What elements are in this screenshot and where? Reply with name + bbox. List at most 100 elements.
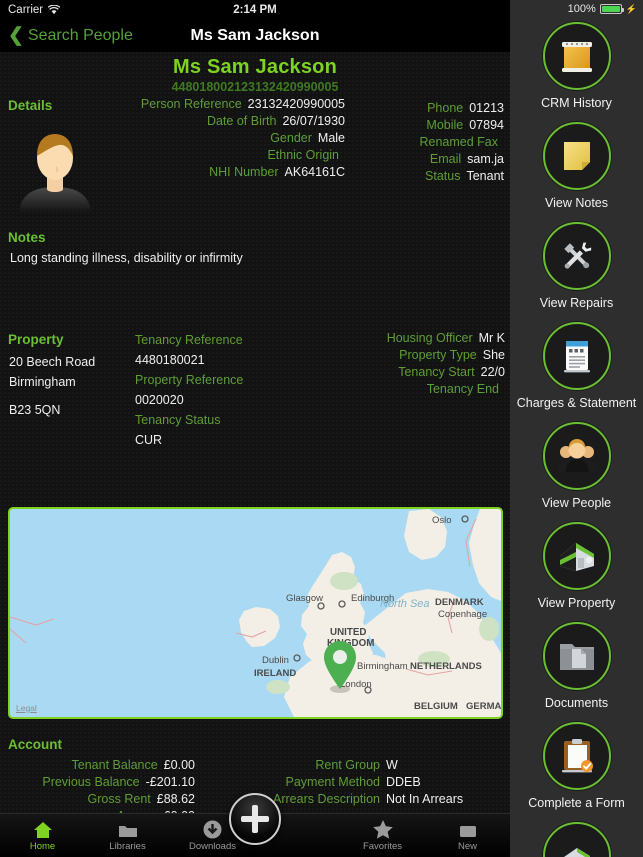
property-right-fields: Housing Officer Mr K Property Type She T… — [330, 330, 505, 398]
property-row: Tenancy Start 22/0 — [330, 364, 505, 381]
account-row: Gross Rent £88.62 — [0, 791, 195, 808]
battery-status: 100% ⚡ — [568, 3, 637, 15]
account-label: Gross Rent — [87, 792, 151, 806]
sidebar-item-label: Complete a Form — [528, 796, 625, 810]
tab-home[interactable]: Home — [0, 820, 85, 852]
charging-bolt-icon: ⚡ — [625, 3, 637, 14]
status-bar: Carrier 2:14 PM — [0, 0, 510, 20]
sidebar-item-complete-a-form[interactable]: Complete a Form — [510, 722, 643, 822]
folder-icon — [118, 820, 138, 839]
detail-value: 07894 — [469, 118, 504, 132]
detail-label: Gender — [270, 131, 312, 145]
main-content-pane: Carrier 2:14 PM ❮ Search People Ms Sam J… — [0, 0, 510, 857]
notes-text: Long standing illness, disability or inf… — [10, 251, 243, 265]
property-label: Property Type — [399, 348, 477, 362]
property-label: Housing Officer — [386, 331, 473, 345]
add-button[interactable] — [229, 793, 281, 845]
detail-row: Status Tenant — [352, 168, 504, 185]
star-icon — [372, 819, 393, 839]
detail-value: 26/07/1930 — [282, 114, 345, 128]
property-label: Property Reference — [135, 373, 244, 387]
property-row: Tenancy End — [330, 381, 505, 398]
sidebar-item-charges-statement[interactable]: Charges & Statement — [510, 322, 643, 422]
property-value: 0020020 — [135, 393, 184, 407]
detail-label: Phone — [427, 101, 464, 115]
action-sidebar: 100% ⚡ CRM History View Notes View Repai… — [510, 0, 643, 857]
tab-new[interactable]: New — [425, 820, 510, 852]
map-legal-link[interactable]: Legal — [16, 703, 37, 713]
location-map[interactable]: Oslo Glasgow Edinburgh North Sea DENMARK… — [8, 507, 503, 719]
account-value: -£201.10 — [145, 775, 195, 789]
details-left-fields: Person Reference 23132420990005 Date of … — [120, 96, 345, 181]
bottom-tab-bar: Home Libraries Downloads Favorites New — [0, 793, 510, 857]
svg-text:North Sea: North Sea — [380, 598, 430, 610]
account-section-title: Account — [8, 737, 62, 752]
detail-label: Mobile — [426, 118, 464, 132]
page-title: Ms Sam Jackson — [190, 27, 320, 44]
details-section-title: Details — [8, 98, 53, 113]
notes-section-title: Notes — [8, 230, 46, 245]
svg-text:Glasgow: Glasgow — [286, 593, 323, 604]
account-value: Not In Arrears — [386, 792, 464, 806]
svg-text:UNITED: UNITED — [330, 627, 366, 638]
sidebar-item-label: Charges & Statement — [516, 396, 637, 410]
svg-text:NETHERLANDS: NETHERLANDS — [410, 661, 482, 672]
detail-label: Person Reference — [140, 97, 242, 111]
detail-row: Phone 01213 — [352, 100, 504, 117]
svg-text:BELGIUM: BELGIUM — [414, 701, 458, 712]
detail-row: NHI Number AK64161C — [120, 164, 345, 181]
detail-value: sam.ja — [467, 152, 504, 166]
svg-text:Oslo: Oslo — [432, 515, 452, 526]
sidebar-item-view-notes[interactable]: View Notes — [510, 122, 643, 222]
clipboard-check-icon — [542, 722, 611, 790]
address-postcode: B23 5QN — [9, 403, 61, 417]
detail-row: Ethnic Origin — [120, 147, 345, 164]
account-label: Payment Method — [285, 775, 381, 789]
people-icon — [542, 422, 611, 490]
account-value: W — [386, 758, 398, 772]
svg-text:Birmingham: Birmingham — [357, 661, 408, 672]
sidebar-item-view-repairs[interactable]: View Repairs — [510, 222, 643, 322]
account-value: £0.00 — [163, 758, 195, 772]
property-address: 20 Beech Road Birmingham B23 5QN — [9, 352, 114, 420]
property-field: Tenancy Reference 4480180021 — [135, 330, 315, 370]
sidebar-item-crm-history[interactable]: CRM History — [510, 22, 643, 122]
person-avatar-icon — [9, 120, 101, 212]
document-icon — [542, 322, 611, 390]
detail-label: NHI Number — [209, 165, 279, 179]
tab-label: New — [457, 840, 477, 852]
sidebar-item-view-property[interactable]: View Property — [510, 522, 643, 622]
app-root: Carrier 2:14 PM ❮ Search People Ms Sam J… — [0, 0, 643, 857]
property-section-title: Property — [8, 332, 64, 347]
sidebar-item-partial[interactable] — [510, 822, 643, 857]
detail-label: Status — [425, 169, 461, 183]
detail-row: Gender Male — [120, 130, 345, 147]
sidebar-item-documents[interactable]: Documents — [510, 622, 643, 722]
svg-text:Dublin: Dublin — [262, 655, 289, 666]
tab-label: Favorites — [362, 840, 403, 852]
sidebar-action-list: CRM History View Notes View Repairs Char… — [510, 22, 643, 857]
address-line-1: 20 Beech Road — [9, 355, 96, 369]
tab-label: Downloads — [189, 840, 236, 852]
tab-libraries[interactable]: Libraries — [85, 820, 170, 852]
account-row: Tenant Balance £0.00 — [0, 757, 195, 774]
detail-value: 23132420990005 — [247, 97, 345, 111]
detail-value: 01213 — [469, 101, 504, 115]
address-line-2: Birmingham — [9, 375, 76, 389]
download-icon — [203, 820, 222, 839]
detail-row: Mobile 07894 — [352, 117, 504, 134]
account-label: Rent Group — [315, 758, 380, 772]
property-row: Property Type She — [330, 347, 505, 364]
property-value: 22/0 — [480, 365, 505, 379]
property-label: Tenancy End — [426, 382, 499, 396]
account-label: Tenant Balance — [71, 758, 158, 772]
svg-text:Copenhage: Copenhage — [438, 609, 487, 620]
sidebar-item-label: View Property — [537, 596, 616, 610]
sidebar-item-view-people[interactable]: View People — [510, 422, 643, 522]
detail-label: Date of Birth — [206, 114, 277, 128]
person-name: Ms Sam Jackson — [173, 56, 337, 78]
tab-favorites[interactable]: Favorites — [340, 819, 425, 852]
notepad-icon — [542, 22, 611, 90]
detail-label: Renamed Fax — [419, 135, 498, 149]
property-label: Tenancy Status — [135, 413, 221, 427]
